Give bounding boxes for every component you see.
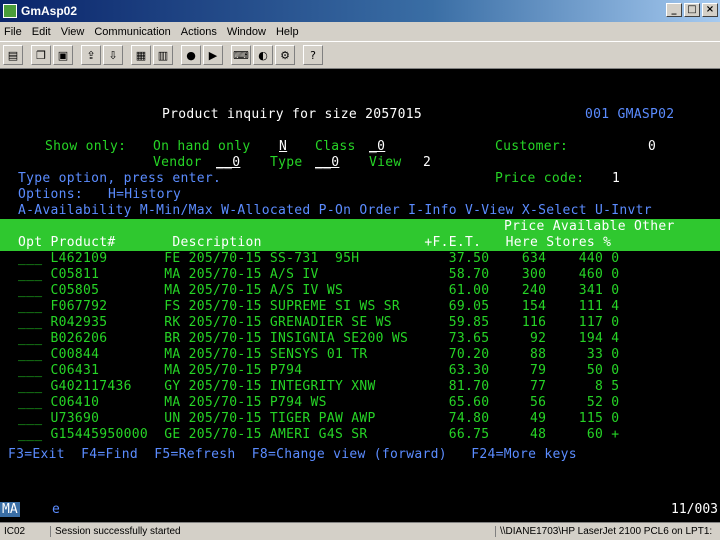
column-header-2: Opt Product# Description +F.E.T. Here St…	[0, 235, 720, 251]
program-id: ( WTPdIqR )	[36, 107, 134, 122]
menu-actions[interactable]: Actions	[177, 26, 223, 38]
table-row[interactable]: ___ C00844 MA 205/70-15 SENSYS 01 TR 70.…	[18, 347, 619, 363]
on-hand-field[interactable]: N	[279, 139, 287, 155]
keyboard-icon[interactable]: ⌨	[231, 45, 251, 65]
cursor-position: 11/003	[671, 502, 718, 517]
terminal-screen[interactable]: ( WTPdIqR ) Product inquiry for size 205…	[0, 69, 720, 498]
table-row[interactable]: ___ C05805 MA 205/70-15 A/S IV WS 61.00 …	[18, 283, 619, 299]
status-message: Session successfully started	[55, 526, 181, 537]
header-columns: Opt Product# Description +F.E.T. Here St…	[18, 235, 612, 250]
menu-communication[interactable]: Communication	[90, 26, 176, 38]
vendor-field[interactable]: __0	[216, 155, 240, 171]
display-icon[interactable]: ▦	[131, 45, 151, 65]
send-icon[interactable]: ⇪	[81, 45, 101, 65]
on-hand-label: On hand only	[153, 139, 251, 154]
oia-line: MA e 11/003	[0, 498, 720, 522]
receive-icon[interactable]: ⇩	[103, 45, 123, 65]
class-label: Class	[315, 139, 356, 154]
toolbar: ▤ ❐ ▣ ⇪ ⇩ ▦ ▥ ● ▶ ⌨ ◐ ⚙ ?	[0, 41, 720, 69]
view-label: View	[369, 155, 402, 170]
column-header-1: Price Available Other	[0, 219, 720, 235]
printer-info: \\DIANE1703\HP LaserJet 2100 PCL6 on LPT…	[495, 526, 720, 537]
price-code-label: Price code:	[495, 171, 585, 186]
maximize-button[interactable]: □	[684, 3, 700, 17]
print-icon[interactable]: ▤	[3, 45, 23, 65]
customer-field[interactable]: 0	[648, 139, 656, 155]
menu-bar: File Edit View Communication Actions Win…	[0, 22, 720, 41]
table-row[interactable]: ___ C06410 MA 205/70-15 P794 WS 65.60 56…	[18, 395, 619, 411]
instruction-text: Type option, press enter.	[18, 171, 222, 186]
function-keys[interactable]: F3=Exit F4=Find F5=Refresh F8=Change vie…	[8, 447, 577, 463]
table-row[interactable]: ___ F067792 FS 205/70-15 SUPREME SI WS S…	[18, 299, 619, 315]
options-label: Options:	[18, 187, 84, 202]
screen-title: Product inquiry for size 2057015	[162, 107, 423, 122]
show-only-label: Show only:	[45, 139, 127, 154]
header-price-available: Price Available Other	[504, 219, 675, 234]
system-id: 001 GMASP02	[585, 107, 675, 122]
view-field[interactable]: 2	[423, 155, 431, 171]
help-icon[interactable]: ?	[303, 45, 323, 65]
vendor-label: Vendor	[153, 155, 202, 170]
settings-icon[interactable]: ⚙	[275, 45, 295, 65]
app-icon	[3, 4, 17, 18]
record-icon[interactable]: ●	[181, 45, 201, 65]
menu-help[interactable]: Help	[272, 26, 305, 38]
session-id: IC02	[0, 526, 51, 537]
macro-icon[interactable]: ▥	[153, 45, 173, 65]
class-field[interactable]: _0	[369, 139, 385, 155]
table-row[interactable]: ___ L462109 FE 205/70-15 SS-731 95H 37.5…	[18, 251, 619, 267]
options-value: H=History	[108, 187, 182, 202]
options-line: A-Availability M-Min/Max W-Allocated P-O…	[18, 203, 652, 218]
window-title: GmAsp02	[21, 4, 78, 18]
table-row[interactable]: ___ B026206 BR 205/70-15 INSIGNIA SE200 …	[18, 331, 619, 347]
menu-view[interactable]: View	[57, 26, 91, 38]
play-icon[interactable]: ▶	[203, 45, 223, 65]
price-code-field[interactable]: 1	[612, 171, 620, 187]
minimize-button[interactable]: _	[666, 3, 682, 17]
table-row[interactable]: ___ G402117436 GY 205/70-15 INTEGRITY XN…	[18, 379, 619, 395]
type-field[interactable]: __0	[315, 155, 339, 171]
status-bar: IC02 Session successfully started \\DIAN…	[0, 522, 720, 540]
paste-icon[interactable]: ▣	[53, 45, 73, 65]
oia-mode: e	[52, 502, 60, 517]
table-row[interactable]: ___ R042935 RK 205/70-15 GRENADIER SE WS…	[18, 315, 619, 331]
menu-file[interactable]: File	[0, 26, 28, 38]
table-row[interactable]: ___ G15445950000 GE 205/70-15 AMERI G4S …	[18, 427, 619, 443]
type-label: Type	[270, 155, 303, 170]
title-bar: GmAsp02 _ □ ×	[0, 0, 720, 22]
oia-indicator: MA	[0, 502, 20, 517]
customer-label: Customer:	[495, 139, 569, 154]
table-row[interactable]: ___ C06431 MA 205/70-15 P794 63.30 79 50…	[18, 363, 619, 379]
color-icon[interactable]: ◐	[253, 45, 273, 65]
table-row[interactable]: ___ U73690 UN 205/70-15 TIGER PAW AWP 74…	[18, 411, 619, 427]
table-row[interactable]: ___ C05811 MA 205/70-15 A/S IV 58.70 300…	[18, 267, 619, 283]
close-button[interactable]: ×	[702, 3, 718, 17]
copy-icon[interactable]: ❐	[31, 45, 51, 65]
menu-edit[interactable]: Edit	[28, 26, 57, 38]
menu-window[interactable]: Window	[223, 26, 272, 38]
